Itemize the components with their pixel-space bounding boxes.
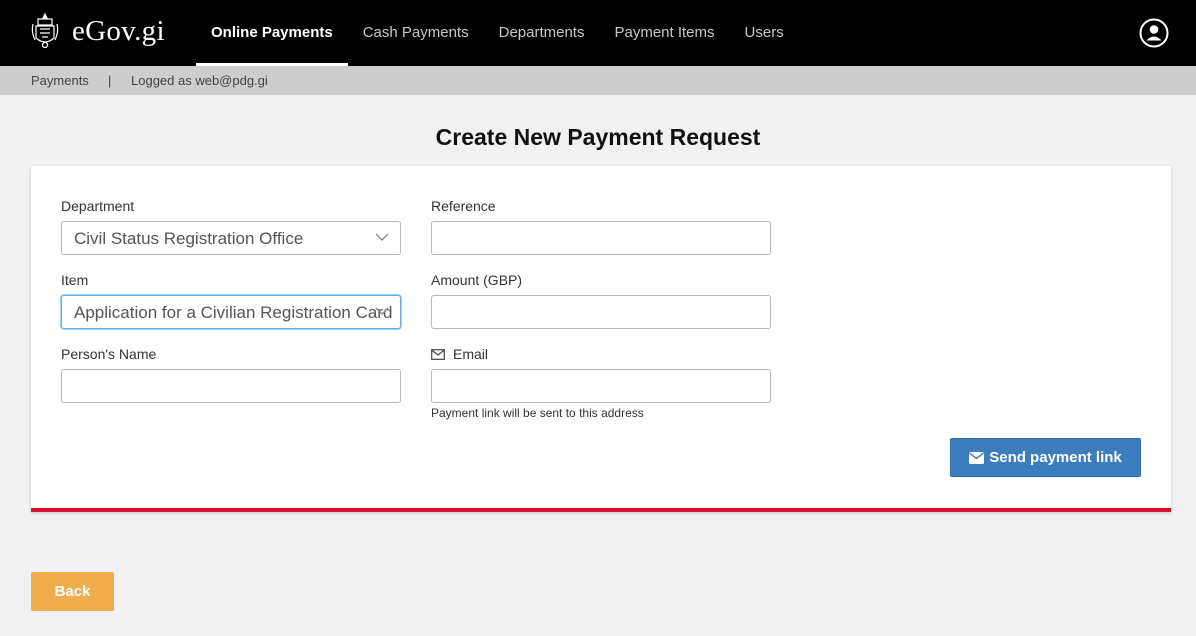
top-navbar: eGov.gi Online Payments Cash Payments De… bbox=[0, 0, 1196, 66]
nav-online-payments[interactable]: Online Payments bbox=[196, 0, 348, 66]
logo[interactable]: eGov.gi bbox=[30, 12, 165, 50]
amount-input[interactable] bbox=[431, 295, 771, 329]
email-input[interactable] bbox=[431, 369, 771, 403]
person-name-input[interactable] bbox=[61, 369, 401, 403]
breadcrumb-bar: Payments | Logged as web@pdg.gi bbox=[0, 66, 1196, 95]
brand-name: eGov.gi bbox=[72, 14, 165, 47]
email-help-text: Payment link will be sent to this addres… bbox=[431, 406, 644, 420]
item-label: Item bbox=[61, 272, 89, 288]
breadcrumb-payments[interactable]: Payments bbox=[31, 73, 89, 88]
envelope-outline-icon bbox=[431, 349, 445, 360]
person-name-label: Person's Name bbox=[61, 346, 157, 362]
page-title: Create New Payment Request bbox=[435, 124, 761, 150]
send-payment-link-button[interactable]: Send payment link bbox=[950, 438, 1141, 477]
breadcrumb-separator: | bbox=[108, 73, 112, 88]
department-select[interactable]: Civil Status Registration Office bbox=[61, 221, 401, 255]
payment-request-form: Department Civil Status Registration Off… bbox=[31, 166, 1171, 512]
back-button[interactable]: Back bbox=[31, 572, 114, 611]
chevron-down-icon bbox=[375, 307, 389, 315]
reference-label: Reference bbox=[431, 198, 496, 214]
chevron-down-icon bbox=[375, 233, 389, 241]
department-value: Civil Status Registration Office bbox=[74, 229, 304, 248]
logged-in-user: Logged as web@pdg.gi bbox=[131, 73, 268, 88]
main-nav: Online Payments Cash Payments Department… bbox=[196, 0, 799, 66]
crest-icon bbox=[31, 12, 59, 49]
envelope-icon bbox=[969, 451, 985, 464]
nav-departments[interactable]: Departments bbox=[484, 0, 600, 66]
user-circle-icon[interactable] bbox=[1139, 18, 1169, 48]
department-label: Department bbox=[61, 198, 135, 214]
nav-users[interactable]: Users bbox=[730, 0, 799, 66]
nav-cash-payments[interactable]: Cash Payments bbox=[348, 0, 484, 66]
item-select[interactable]: Application for a Civilian Registration … bbox=[61, 295, 401, 329]
reference-input[interactable] bbox=[431, 221, 771, 255]
item-value: Application for a Civilian Registration … bbox=[74, 303, 393, 322]
send-payment-link-label: Send payment link bbox=[989, 449, 1122, 466]
email-label: Email bbox=[453, 346, 489, 362]
nav-payment-items[interactable]: Payment Items bbox=[599, 0, 729, 66]
amount-label: Amount (GBP) bbox=[431, 272, 523, 288]
